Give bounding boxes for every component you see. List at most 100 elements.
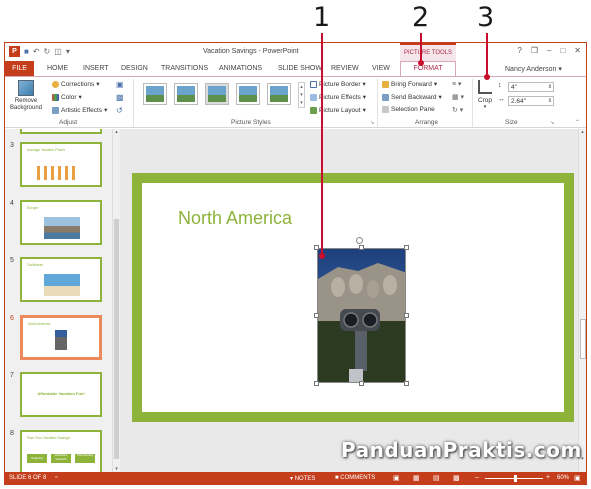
minimize-icon[interactable]: – — [547, 46, 551, 55]
height-spinner-icon[interactable]: ⇕ — [548, 83, 552, 92]
zoom-slider[interactable] — [485, 475, 543, 482]
picture-style-2[interactable] — [174, 83, 198, 105]
picture-effects-button[interactable]: Picture Effects ▾ — [310, 93, 366, 101]
scroll-thumb[interactable] — [114, 219, 119, 459]
picture-layout-button[interactable]: Picture Layout ▾ — [310, 106, 366, 114]
group-icon[interactable]: ▦ ▾ — [452, 93, 464, 101]
slide-title[interactable]: North America — [178, 208, 292, 229]
tab-slide-show[interactable]: SLIDE SHOW — [278, 65, 322, 72]
tab-view[interactable]: VIEW — [372, 65, 390, 72]
editor-scrollbar[interactable]: ▴ ▾ — [578, 129, 586, 472]
align-icon[interactable]: ≡ ▾ — [452, 80, 462, 88]
corrections-button[interactable]: Corrections ▾ — [52, 80, 100, 88]
tab-file[interactable]: FILE — [5, 61, 34, 76]
separator — [377, 79, 378, 127]
color-button[interactable]: Color ▾ — [52, 93, 82, 101]
redo-icon[interactable]: ↻ — [44, 47, 51, 56]
scroll-up-icon[interactable]: ▴ — [579, 129, 586, 135]
picture-style-3[interactable] — [205, 83, 229, 105]
resize-handle-bottom-right[interactable] — [404, 381, 409, 386]
size-dialog-icon[interactable]: ↘ — [550, 120, 554, 126]
powerpoint-app-icon[interactable]: P — [9, 46, 20, 57]
window-title: Vacation Savings - PowerPoint — [203, 48, 299, 55]
resize-handle-bottom[interactable] — [359, 381, 364, 386]
resize-handle-top[interactable] — [359, 245, 364, 250]
tab-insert[interactable]: INSERT — [83, 65, 109, 72]
fit-to-window-icon[interactable]: ▣ — [574, 474, 581, 482]
slide-sorter-icon[interactable]: ▦ — [413, 474, 420, 482]
slide-thumbnail-4[interactable]: Europe — [20, 200, 102, 245]
save-icon[interactable]: ■ — [24, 47, 29, 56]
rotate-handle[interactable] — [356, 237, 363, 244]
resize-handle-bottom-left[interactable] — [314, 381, 319, 386]
tab-review[interactable]: REVIEW — [331, 65, 359, 72]
normal-view-icon[interactable]: ▣ — [393, 474, 400, 482]
send-backward-button[interactable]: Send Backward ▾ — [382, 93, 442, 101]
thumbnails-scrollbar[interactable]: ▴ ▾ — [112, 129, 120, 472]
picture-style-5[interactable] — [267, 83, 291, 105]
selection-pane-button[interactable]: Selection Pane — [382, 106, 435, 113]
tab-format[interactable]: FORMAT — [400, 61, 456, 76]
undo-icon[interactable]: ↶ — [33, 47, 40, 56]
scroll-up-icon[interactable]: ▴ — [113, 129, 120, 135]
color-label: Color — [61, 93, 77, 101]
collapse-ribbon-icon[interactable]: ⌃ — [575, 119, 580, 126]
slide-thumbnail-8[interactable]: Plan Your Vacation Savings Budgeting Des… — [20, 430, 102, 472]
resize-handle-top-left[interactable] — [314, 245, 319, 250]
slide-content-area: North America — [142, 183, 564, 412]
process-box: Budgeting — [27, 454, 47, 463]
maximize-icon[interactable]: □ — [560, 46, 565, 55]
crop-button[interactable]: Crop ▾ — [476, 80, 494, 110]
tab-design[interactable]: DESIGN — [121, 65, 148, 72]
help-icon[interactable]: ? — [517, 46, 521, 55]
width-spinner-icon[interactable]: ⇕ — [548, 97, 552, 106]
zoom-out-icon[interactable]: – — [475, 474, 479, 481]
remove-background-button[interactable]: Remove Background — [8, 80, 44, 112]
picture-styles-gallery-scroll[interactable]: ▴ ▾ ▾ — [298, 82, 305, 108]
slide-thumbnails-pane: 3 Average Vacation Prices 4 Europe 5 Car… — [5, 129, 120, 472]
width-field[interactable]: 2.64" ⇕ — [508, 96, 554, 106]
picture-style-1[interactable] — [143, 83, 167, 105]
user-account[interactable]: Nancy Anderson ▾ — [505, 65, 562, 73]
tab-animations[interactable]: ANIMATIONS — [219, 65, 262, 72]
picture-border-button[interactable]: Picture Border ▾ — [310, 80, 366, 88]
height-field[interactable]: 4" ⇕ — [508, 82, 554, 92]
zoom-level[interactable]: 60% — [557, 475, 569, 481]
presenter-icon[interactable]: ◫ — [54, 47, 62, 56]
zoom-in-icon[interactable]: + — [546, 474, 550, 481]
slide-thumbnail-2[interactable] — [20, 129, 102, 134]
scroll-thumb[interactable] — [580, 319, 586, 359]
customize-qat-icon[interactable]: ▾ — [66, 47, 70, 56]
callout-1-line — [321, 33, 323, 255]
slide-thumbnail-5[interactable]: Caribbean — [20, 257, 102, 302]
slide-thumbnail-7[interactable]: Affordable Vacation Fun! — [20, 372, 102, 417]
slideshow-icon[interactable]: ▩ — [453, 474, 460, 482]
resize-handle-right[interactable] — [404, 313, 409, 318]
zoom-slider-thumb[interactable] — [514, 475, 517, 482]
bring-forward-button[interactable]: Bring Forward ▾ — [382, 80, 437, 88]
current-slide: North America — [132, 173, 574, 422]
artistic-effects-button[interactable]: Artistic Effects ▾ — [52, 106, 107, 114]
reading-view-icon[interactable]: ▤ — [433, 474, 440, 482]
slide-thumbnail-6[interactable]: North America — [20, 315, 102, 360]
comments-button[interactable]: ■ COMMENTS — [335, 475, 375, 481]
reset-picture-icon[interactable]: ↺ — [116, 106, 123, 115]
resize-handle-left[interactable] — [314, 313, 319, 318]
mini-chart-icon — [37, 166, 77, 180]
compress-pictures-icon[interactable]: ▣ — [116, 80, 124, 89]
change-picture-icon[interactable]: ▩ — [116, 93, 124, 102]
mount-rushmore-picture[interactable] — [317, 248, 406, 383]
close-icon[interactable]: ✕ — [574, 46, 581, 55]
resize-handle-top-right[interactable] — [404, 245, 409, 250]
format-picture-dialog-icon[interactable]: ↘ — [370, 120, 374, 126]
tab-home[interactable]: HOME — [47, 65, 68, 72]
rotate-icon[interactable]: ↻ ▾ — [452, 106, 463, 114]
notes-button[interactable]: ▾ NOTES — [290, 475, 315, 482]
slide-thumbnail-3[interactable]: Average Vacation Prices — [20, 142, 102, 187]
ribbon-display-icon[interactable]: ❐ — [531, 46, 538, 55]
slide-number: 8 — [10, 430, 14, 437]
tab-transitions[interactable]: TRANSITIONS — [161, 65, 208, 72]
height-value: 4" — [511, 84, 517, 91]
picture-style-4[interactable] — [236, 83, 260, 105]
spelling-icon[interactable]: ▫ — [55, 474, 57, 481]
